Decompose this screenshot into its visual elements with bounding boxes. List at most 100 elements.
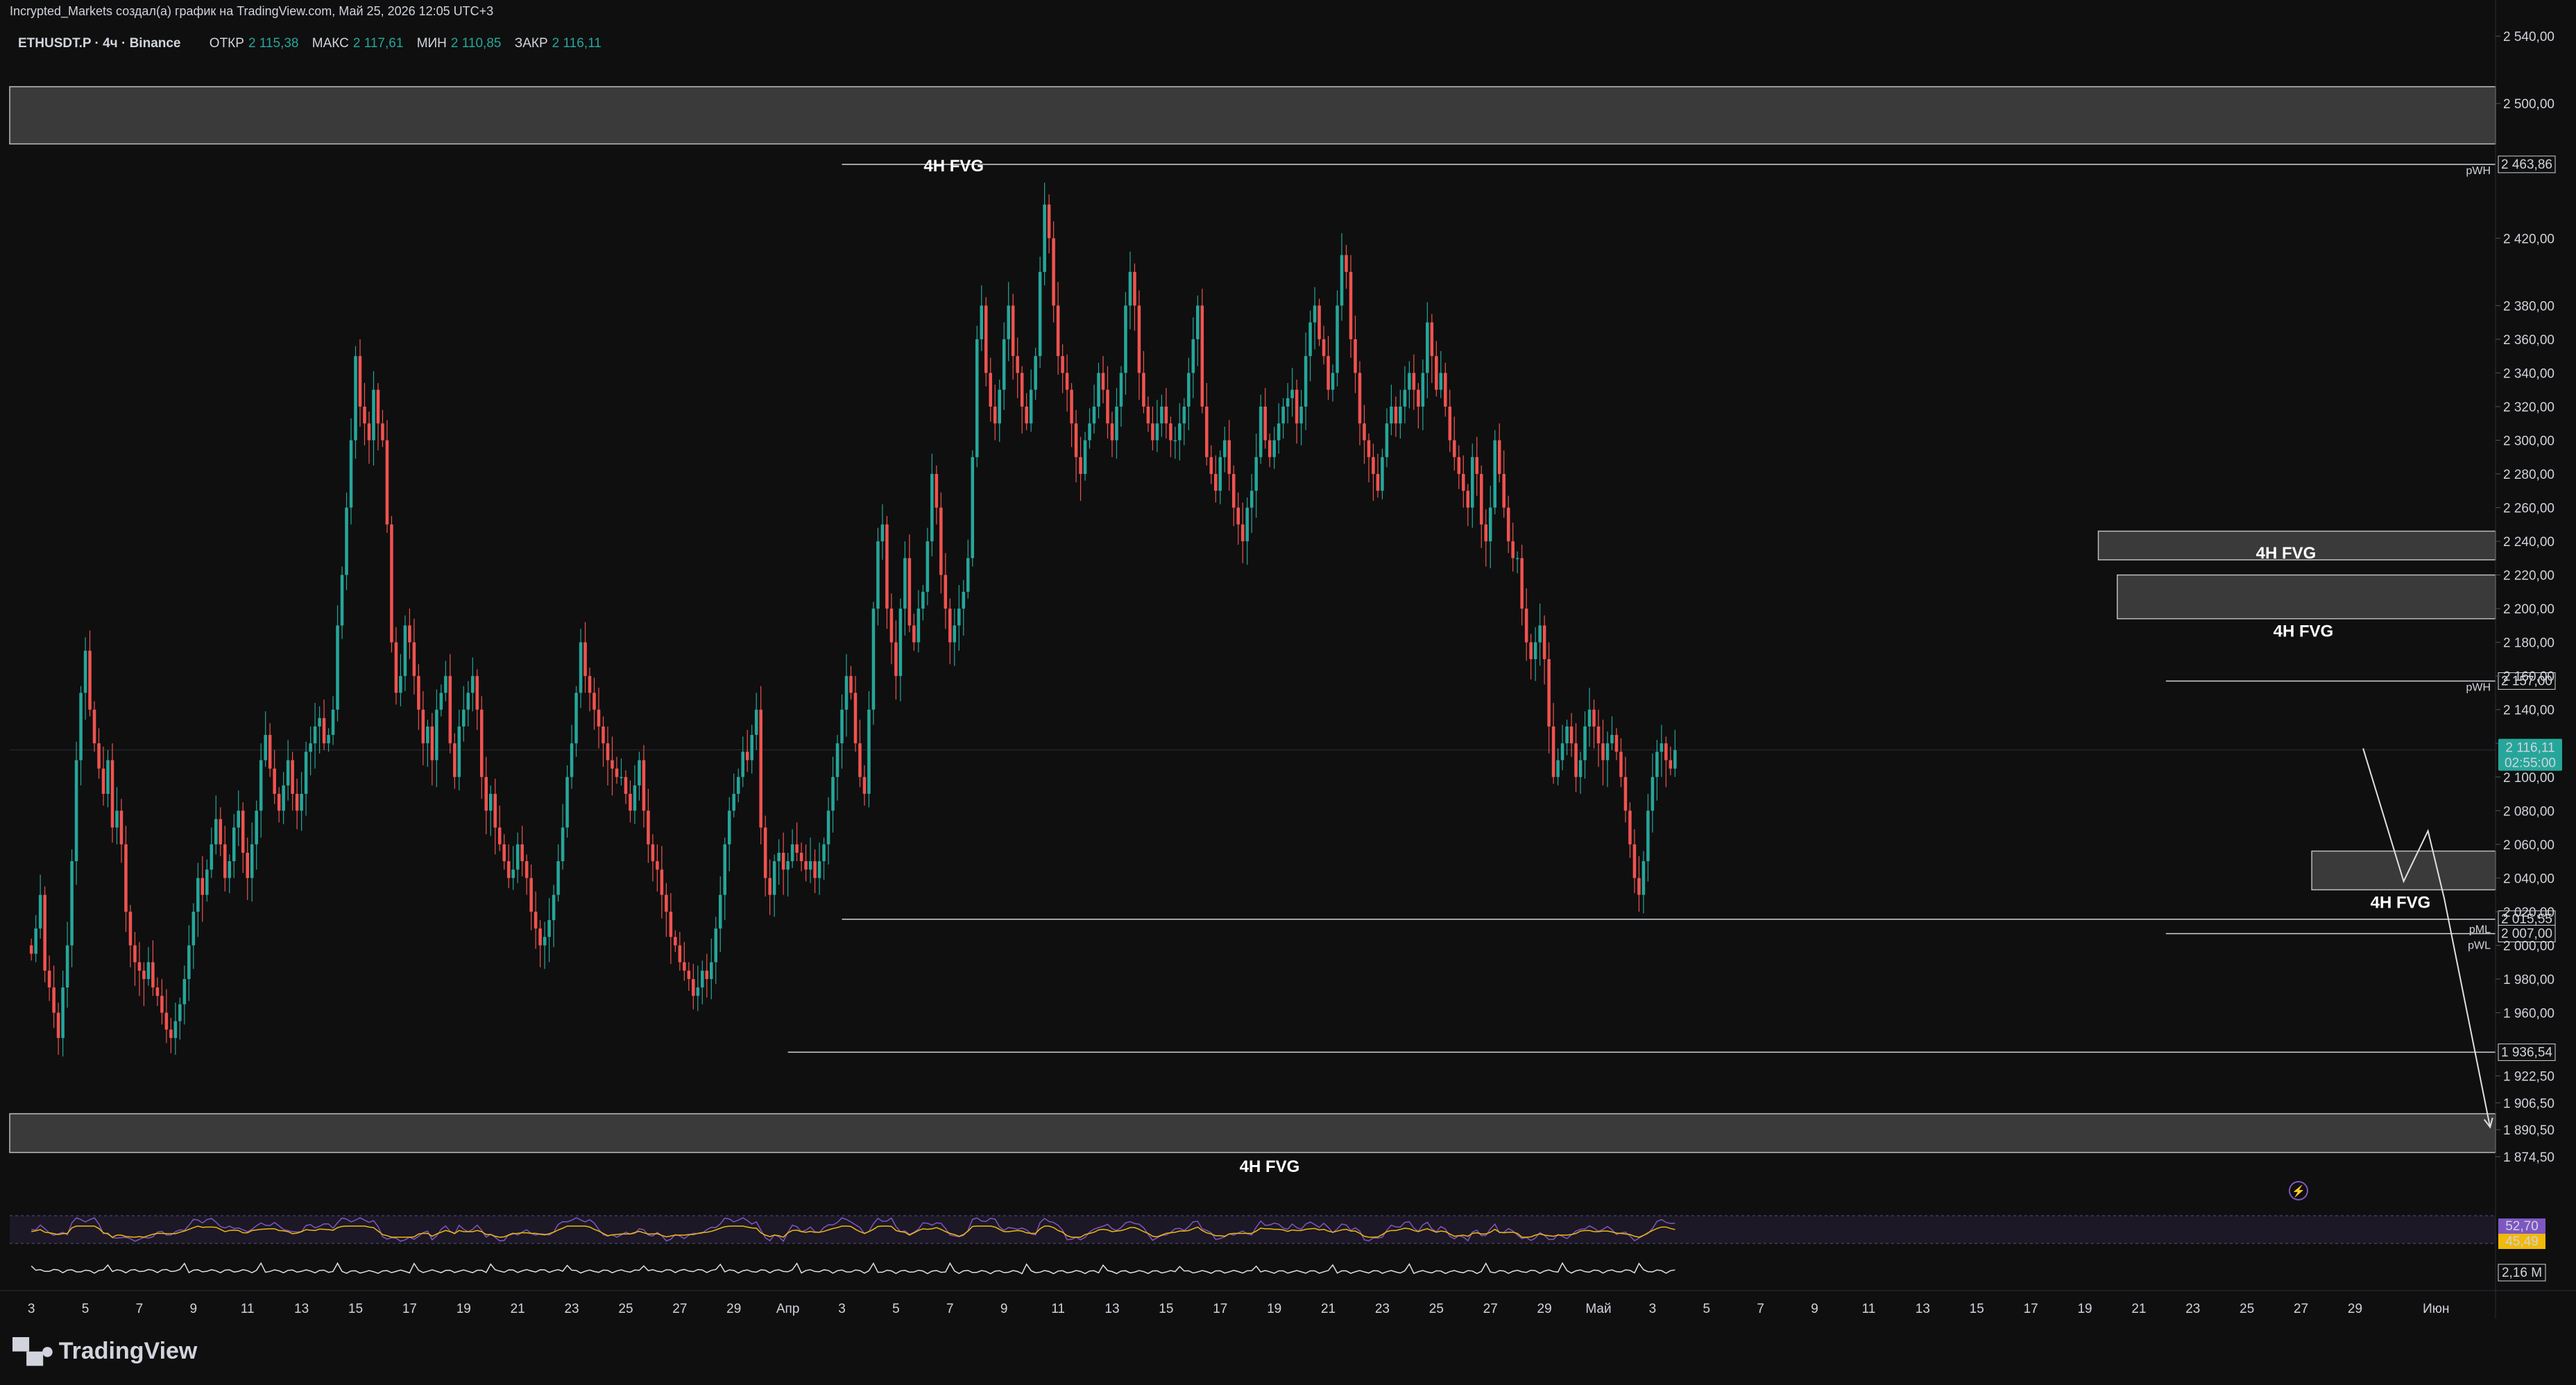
candle-body — [187, 945, 191, 979]
price-tick-label: 2 540,00 — [2503, 30, 2554, 44]
tradingview-logo-text: TradingView — [58, 1338, 198, 1364]
candle-body — [34, 928, 37, 954]
candle-body — [1390, 406, 1393, 424]
candle-body — [1583, 726, 1587, 761]
open-value: 2 115,38 — [248, 36, 299, 51]
high-value: 2 117,61 — [352, 36, 404, 51]
candle-body — [1259, 406, 1263, 457]
candle-body — [710, 962, 713, 979]
tradingview-logo[interactable]: ▀▄● TradingView — [12, 1338, 197, 1365]
candle-body — [196, 878, 200, 912]
candle-body — [1349, 271, 1353, 339]
candle-body — [993, 406, 997, 424]
candle-body — [647, 810, 650, 844]
candle-body — [1578, 760, 1583, 777]
candle-body — [1092, 406, 1096, 424]
candle-body — [1628, 810, 1632, 844]
candle-body — [1029, 389, 1033, 424]
candle-body — [1043, 204, 1046, 272]
candle-body — [1327, 356, 1330, 390]
time-tick-label: 17 — [1213, 1302, 1227, 1316]
fvg-zone — [2117, 574, 2496, 620]
candle-body — [583, 642, 587, 677]
candle-body — [241, 810, 245, 853]
candle-body — [817, 861, 821, 878]
candle-body — [633, 785, 637, 811]
price-tick-label: 1 922,50 — [2503, 1069, 2554, 1084]
candle-body — [1547, 658, 1551, 727]
candle-body — [1403, 389, 1407, 407]
candle-body — [1254, 457, 1258, 491]
candle-body — [867, 709, 871, 795]
candle-body — [732, 794, 736, 811]
fvg-zone-label: 4H FVG — [2256, 544, 2317, 563]
chart[interactable]: pWHpWHpMLpWL ⚡ 2 463,862 157,002 015,552… — [0, 0, 2576, 1385]
time-tick-label: 29 — [2348, 1302, 2362, 1316]
candle-body — [1515, 558, 1519, 559]
candle-body — [1169, 423, 1172, 441]
candle-body — [831, 776, 835, 811]
candle-body — [849, 676, 853, 693]
candle-body — [1101, 373, 1105, 390]
candle-body — [101, 768, 105, 795]
candle-body — [547, 920, 551, 937]
volume-value-label: 2,16 M — [2502, 1266, 2542, 1280]
candle-body — [1205, 406, 1209, 457]
candle-body — [79, 692, 83, 761]
candle-body — [372, 389, 375, 441]
fvg-zone — [2311, 850, 2496, 891]
candle-body — [907, 558, 912, 626]
candle-body — [1164, 406, 1168, 424]
candle-body — [556, 861, 560, 895]
candle-body — [957, 609, 961, 626]
attribution-text: Incrypted_Markets создал(а) график на Tr… — [10, 4, 494, 18]
candle-body — [1664, 743, 1668, 761]
time-tick-label: Июн — [2423, 1302, 2449, 1316]
candle-body — [714, 928, 718, 962]
candle-body — [1286, 398, 1290, 407]
candle-body — [56, 1012, 60, 1038]
candle-body — [1596, 726, 1601, 744]
candle-body — [543, 937, 547, 946]
candle-body — [651, 844, 655, 862]
time-tick-label: 11 — [1862, 1302, 1876, 1316]
candle-body — [926, 541, 930, 592]
time-tick-label: 13 — [294, 1302, 309, 1316]
candle-body — [683, 962, 686, 971]
candle-body — [1173, 440, 1177, 441]
price-tick-label: 2 080,00 — [2503, 804, 2554, 819]
candle-body — [336, 625, 339, 710]
candle-body — [1641, 861, 1646, 895]
candle-body — [736, 776, 740, 795]
candle-body — [529, 878, 533, 912]
symbol-label[interactable]: ETHUSDT.P · 4ч · Binance — [18, 36, 181, 51]
candle-body — [488, 794, 493, 811]
candle-body — [1488, 507, 1492, 542]
candle-body — [237, 810, 241, 828]
candle-body — [561, 827, 565, 862]
candle-body — [1336, 305, 1339, 373]
candle-body — [835, 743, 839, 777]
candle-body — [745, 751, 749, 761]
candle-body — [579, 642, 583, 693]
candle-body — [620, 776, 623, 779]
candle-body — [1308, 322, 1312, 357]
candle-body — [1160, 406, 1163, 424]
candle-body — [966, 558, 970, 592]
candle-body — [984, 305, 988, 373]
level-tag: pWH — [2466, 681, 2491, 693]
candle-body — [1200, 305, 1204, 407]
price-tick-label: 2 100,00 — [2503, 771, 2554, 785]
price-tick-label: 2 380,00 — [2503, 299, 2554, 314]
candle-body — [426, 726, 429, 744]
candle-body — [1317, 305, 1321, 339]
candle-body — [511, 869, 515, 878]
candle-body — [1240, 524, 1245, 542]
time-tick-label: 7 — [1757, 1302, 1764, 1316]
candle-body — [1065, 373, 1069, 390]
candle-body — [304, 751, 308, 795]
candle-body — [169, 1029, 173, 1038]
candle-body — [381, 423, 384, 441]
candle-body — [1322, 339, 1326, 357]
candle-body — [1470, 457, 1474, 508]
